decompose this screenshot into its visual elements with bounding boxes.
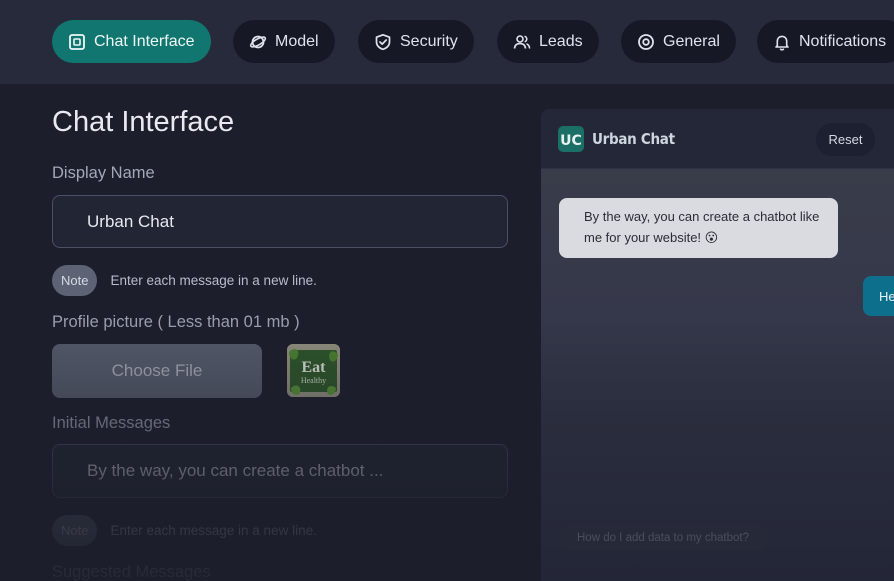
- bot-message: By the way, you can create a chatbot lik…: [559, 198, 838, 258]
- chat-square-icon: [69, 33, 85, 50]
- display-name-value: Urban Chat: [87, 211, 174, 231]
- suggested-message-chip[interactable]: How do I add data to my chatbot?: [559, 525, 767, 550]
- note-row: Note Enter each message in a new line.: [52, 265, 317, 296]
- profile-picture-thumbnail: Eat Healthy: [287, 344, 340, 397]
- users-icon: [513, 34, 531, 49]
- page-title: Chat Interface: [52, 106, 235, 138]
- tab-security[interactable]: Security: [358, 20, 474, 63]
- display-name-field[interactable]: Urban Chat: [52, 195, 508, 248]
- tab-model[interactable]: Model: [233, 20, 335, 63]
- planet-icon: [249, 35, 267, 48]
- brand-logo-icon: UC: [558, 126, 584, 152]
- shield-icon: [375, 33, 391, 50]
- chat-messages-area: By the way, you can create a chatbot lik…: [541, 169, 894, 581]
- tab-notifications[interactable]: Notifications: [757, 20, 894, 63]
- initial-messages-field[interactable]: By the way, you can create a chatbot ...: [52, 444, 508, 498]
- chatbot-name: Urban Chat: [592, 130, 675, 148]
- reset-button[interactable]: Reset: [816, 123, 875, 156]
- display-name-label: Display Name: [52, 164, 155, 182]
- note-text: Enter each message in a new line.: [110, 523, 317, 538]
- profile-picture-label: Profile picture ( Less than 01 mb ): [52, 313, 300, 331]
- eat-healthy-image: Eat Healthy: [287, 344, 340, 397]
- tab-chat-interface[interactable]: Chat Interface: [52, 20, 211, 63]
- tab-label: General: [663, 32, 720, 50]
- suggested-messages-label: Suggested Messages: [52, 563, 211, 581]
- choose-file-button[interactable]: Choose File: [52, 344, 262, 398]
- brand-logo-text: UC: [560, 133, 582, 149]
- tab-label: Security: [400, 32, 458, 50]
- top-nav: Chat Interface Model Security Leads Gene…: [0, 0, 894, 84]
- tab-general[interactable]: General: [621, 20, 736, 63]
- tab-label: Model: [275, 32, 319, 50]
- note-text: Enter each message in a new line.: [110, 273, 317, 288]
- tab-label: Chat Interface: [94, 32, 195, 50]
- note-row-2: Note Enter each message in a new line.: [52, 515, 317, 546]
- thumb-text-healthy: Healthy: [301, 376, 326, 385]
- initial-messages-label: Initial Messages: [52, 414, 171, 432]
- target-icon: [638, 33, 654, 50]
- chat-preview-header: UC Urban Chat Reset: [541, 109, 894, 169]
- note-badge: Note: [52, 515, 98, 546]
- user-message: He: [863, 276, 894, 316]
- bell-icon: [775, 35, 789, 51]
- initial-messages-value: By the way, you can create a chatbot ...: [87, 461, 384, 480]
- note-badge: Note: [52, 265, 98, 296]
- tab-label: Notifications: [799, 32, 887, 50]
- tab-leads[interactable]: Leads: [497, 20, 599, 63]
- thumb-text-eat: Eat: [302, 359, 327, 376]
- chat-preview: UC Urban Chat Reset By the way, you can …: [541, 109, 894, 581]
- tab-label: Leads: [539, 32, 583, 50]
